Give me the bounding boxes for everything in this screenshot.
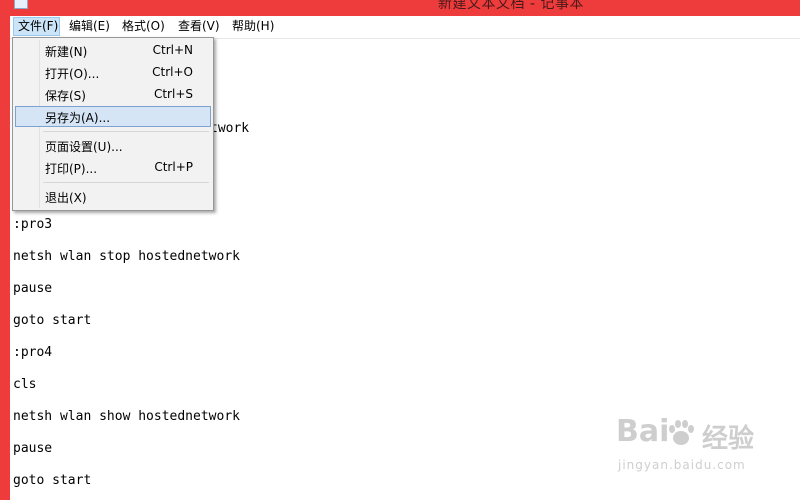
menu-item-label: 新建(N) bbox=[45, 45, 88, 59]
menu-view[interactable]: 查看(V) bbox=[174, 17, 224, 36]
menu-item-shortcut: Ctrl+O bbox=[152, 65, 193, 79]
menu-item-label: 打印(P)... bbox=[45, 162, 98, 176]
window-title: 新建文本文档 - 记事本 bbox=[438, 0, 584, 12]
watermark-logo-text: Bai bbox=[616, 414, 670, 449]
menu-item-label: 打开(O)... bbox=[45, 67, 100, 81]
menu-item-new[interactable]: 新建(N) Ctrl+N bbox=[15, 40, 211, 61]
text-line: :pro3 bbox=[13, 217, 53, 232]
text-line: netsh wlan show hostednetwork bbox=[13, 409, 240, 424]
baidu-jingyan-watermark: Bai 经验 jingyan.baidu.com bbox=[614, 414, 794, 490]
notepad-app-icon[interactable] bbox=[14, 0, 28, 9]
menu-item-page-setup[interactable]: 页面设置(U)... bbox=[15, 135, 211, 156]
text-line: pause bbox=[13, 441, 53, 456]
menu-format[interactable]: 格式(O) bbox=[118, 17, 169, 36]
notepad-window: 新建文本文档 - 记事本 文件(F) 编辑(E) 格式(O) 查看(V) 帮助(… bbox=[0, 0, 800, 500]
menu-bar: 文件(F) 编辑(E) 格式(O) 查看(V) 帮助(H) bbox=[10, 16, 800, 39]
menu-item-print[interactable]: 打印(P)... Ctrl+P bbox=[15, 157, 211, 178]
menu-item-shortcut: Ctrl+P bbox=[154, 160, 193, 174]
text-line: :pro4 bbox=[13, 345, 53, 360]
text-line: netsh wlan stop hostednetwork bbox=[13, 249, 240, 264]
watermark-url: jingyan.baidu.com bbox=[618, 458, 746, 472]
menu-help[interactable]: 帮助(H) bbox=[228, 17, 278, 36]
text-line: goto start bbox=[13, 473, 92, 488]
menu-item-label: 另存为(A)... bbox=[45, 111, 111, 125]
menu-separator bbox=[43, 131, 209, 132]
menu-item-save-as[interactable]: 另存为(A)... bbox=[15, 106, 211, 127]
text-line: cls bbox=[13, 377, 37, 392]
menu-item-label: 退出(X) bbox=[45, 191, 87, 205]
menu-item-save[interactable]: 保存(S) Ctrl+S bbox=[15, 84, 211, 105]
menu-file[interactable]: 文件(F) bbox=[13, 17, 60, 36]
menu-edit[interactable]: 编辑(E) bbox=[65, 17, 114, 36]
file-menu-dropdown: 新建(N) Ctrl+N 打开(O)... Ctrl+O 保存(S) Ctrl+… bbox=[12, 37, 214, 211]
menu-item-open[interactable]: 打开(O)... Ctrl+O bbox=[15, 62, 211, 83]
text-line: goto start bbox=[13, 313, 92, 328]
text-line: pause bbox=[13, 281, 53, 296]
paw-icon bbox=[669, 420, 694, 445]
title-bar[interactable]: 新建文本文档 - 记事本 bbox=[0, 0, 800, 16]
menu-item-exit[interactable]: 退出(X) bbox=[15, 186, 211, 207]
watermark-brand-text: 经验 bbox=[702, 424, 755, 454]
menu-item-shortcut: Ctrl+S bbox=[153, 87, 193, 101]
text-line: twork bbox=[210, 121, 250, 136]
menu-item-label: 页面设置(U)... bbox=[45, 140, 123, 154]
menu-separator bbox=[43, 182, 209, 183]
menu-item-label: 保存(S) bbox=[45, 89, 86, 103]
menu-item-shortcut: Ctrl+N bbox=[152, 43, 193, 57]
